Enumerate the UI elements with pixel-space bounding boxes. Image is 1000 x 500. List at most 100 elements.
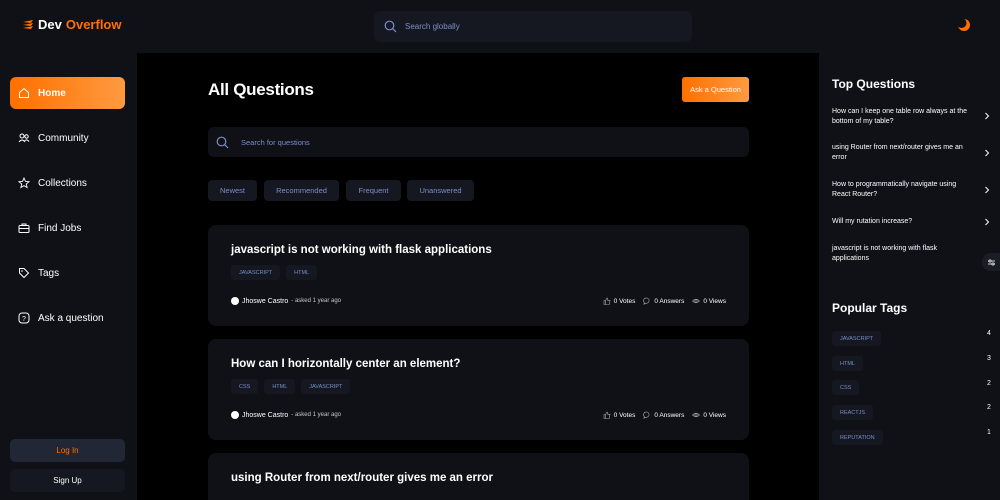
popular-tag-chip[interactable]: JAVASCRIPT [832,331,882,346]
sidebar-item-collections[interactable]: Collections [10,167,125,199]
top-question-item[interactable]: javascript is not working with flask app… [832,244,972,264]
question-stats: 0 Votes 0 Answers 0 Views [603,297,726,305]
popular-tag-count: 2 [987,380,991,387]
top-questions-heading: Top Questions [832,77,916,91]
filter-recommended[interactable]: Recommended [264,180,339,201]
global-search-placeholder: Search globally [405,22,460,31]
asked-time: - asked 1 year ago [291,298,341,304]
author-name[interactable]: Jhoswe Castro [242,412,288,419]
eye-icon [692,298,701,304]
sidebar-item-ask-question[interactable]: ? Ask a question [10,302,125,334]
star-icon [18,177,30,189]
answers-count: 0 Answers [654,411,685,419]
sidebar-item-tags[interactable]: Tags [10,257,125,289]
sidebar-item-label: Collections [38,177,87,189]
avatar[interactable] [231,411,239,419]
question-meta: Jhoswe Castro - asked 1 year ago [231,297,341,305]
top-question-item[interactable]: How to programmatically navigate using R… [832,180,972,200]
search-icon [384,20,397,33]
filter-toggle-button[interactable] [982,253,1000,271]
popular-tag-chip[interactable]: REACTJS [832,405,874,420]
users-icon [18,132,30,144]
question-title[interactable]: How can I horizontally center an element… [231,358,460,370]
tag-icon [18,267,30,279]
home-icon [18,87,30,99]
briefcase-icon [18,222,30,234]
moon-icon[interactable] [957,18,971,32]
votes-count: 0 Votes [613,297,636,305]
signup-button[interactable]: Sign Up [10,469,125,492]
svg-text:?: ? [22,316,26,323]
top-question-item[interactable]: using Router from next/router gives me a… [832,143,972,163]
filter-frequent[interactable]: Frequent [346,180,401,201]
sidebar-item-community[interactable]: Community [10,122,125,154]
votes-count: 0 Votes [613,411,636,419]
sidebar-item-label: Find Jobs [38,222,82,234]
left-sidebar: Home Community Collections Find Jobs Tag… [0,53,137,500]
votes-stat: 0 Votes [603,411,636,419]
top-bar: Dev Overflow Search globally [0,0,1000,53]
login-button[interactable]: Log In [10,439,125,462]
chevron-right-icon[interactable] [983,149,991,157]
answers-count: 0 Answers [654,297,685,305]
question-tags: JAVASCRIPT HTML [231,265,318,280]
thumbs-up-icon [603,411,611,419]
question-stats: 0 Votes 0 Answers 0 Views [603,411,726,419]
popular-tag-chip[interactable]: HTML [832,356,863,371]
global-search[interactable]: Search globally [374,11,692,42]
thumbs-up-icon [603,297,611,305]
popular-tag-chip[interactable]: CSS [832,380,860,395]
views-stat: 0 Views [692,411,726,419]
question-card: How can I horizontally center an element… [208,339,749,440]
sidebar-item-label: Ask a question [38,312,104,324]
popular-tag-count: 4 [987,330,991,337]
sidebar-item-label: Tags [38,267,60,279]
asked-time: - asked 1 year ago [291,412,341,418]
sidebar-item-label: Home [38,87,66,99]
popular-tag-count: 2 [987,404,991,411]
ask-question-button[interactable]: Ask a Question [682,77,749,102]
question-title[interactable]: javascript is not working with flask app… [231,244,492,256]
question-title[interactable]: using Router from next/router gives me a… [231,472,493,484]
logo[interactable]: Dev Overflow [22,17,121,32]
popular-tag-count: 1 [987,429,991,436]
top-question-item[interactable]: How can I keep one table row always at t… [832,107,972,127]
search-icon [216,136,229,148]
views-count: 0 Views [703,411,726,419]
avatar[interactable] [231,297,239,305]
filter-unanswered[interactable]: Unanswered [407,180,474,201]
sidebar-item-label: Community [38,132,89,144]
chevron-right-icon[interactable] [983,186,991,194]
eye-icon [692,412,701,418]
logo-word-dev: Dev [38,17,62,32]
popular-tags-heading: Popular Tags [832,301,908,315]
tag-chip[interactable]: HTML [286,265,318,280]
question-search[interactable]: Search for questions [208,127,749,157]
tag-chip[interactable]: CSS [231,379,259,394]
question-icon: ? [18,312,30,324]
page-title: All Questions [208,80,314,99]
sidebar-item-home[interactable]: Home [10,77,125,109]
logo-icon [23,19,33,29]
filter-newest[interactable]: Newest [208,180,257,201]
right-sidebar: Top Questions How can I keep one table r… [819,53,1000,500]
answers-stat: 0 Answers [643,297,684,305]
views-count: 0 Views [703,297,726,305]
votes-stat: 0 Votes [603,297,636,305]
tag-chip[interactable]: JAVASCRIPT [231,265,281,280]
logo-word-overflow: Overflow [65,17,122,32]
popular-tag-chip[interactable]: REPUTATION [832,430,883,445]
top-question-item[interactable]: Will my rutation increase? [832,217,972,227]
tag-chip[interactable]: JAVASCRIPT [301,379,351,394]
message-icon [643,411,650,419]
author-name[interactable]: Jhoswe Castro [242,298,288,305]
sliders-icon [987,258,995,266]
chevron-right-icon[interactable] [983,112,991,120]
question-search-placeholder: Search for questions [241,137,310,147]
message-icon [643,297,650,305]
question-tags: CSS HTML JAVASCRIPT [231,379,351,394]
tag-chip[interactable]: HTML [264,379,296,394]
chevron-right-icon[interactable] [983,218,991,226]
question-card: using Router from next/router gives me a… [208,453,749,500]
sidebar-item-find-jobs[interactable]: Find Jobs [10,212,125,244]
